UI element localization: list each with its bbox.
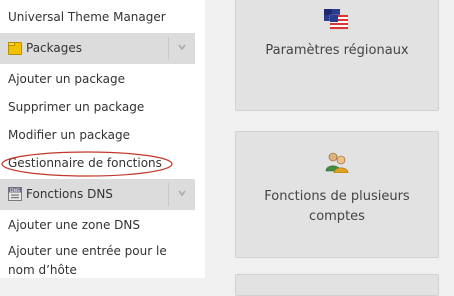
sidebar-link-ajouter-zone-dns[interactable]: Ajouter une zone DNS — [8, 218, 140, 233]
sidebar-link-supprimer-package[interactable]: Supprimer un package — [8, 100, 144, 115]
folder-icon — [8, 42, 22, 55]
section-label-packages: Packages — [26, 41, 82, 55]
section-header-fonctions-dns[interactable]: DNS Fonctions DNS — [0, 179, 195, 210]
sidebar-link-modifier-package[interactable]: Modifier un package — [8, 128, 130, 143]
sidebar-link-ajouter-package[interactable]: Ajouter un package — [8, 72, 125, 87]
card-partial[interactable] — [235, 274, 439, 296]
sidebar-link-ajouter-entree-nom-hote[interactable]: Ajouter une entrée pour le nom d’hôte — [8, 242, 194, 280]
collapse-toggle-fonctions-dns[interactable] — [168, 183, 195, 206]
sidebar-link-universal-theme-manager[interactable]: Universal Theme Manager — [8, 10, 166, 25]
section-label-fonctions-dns: Fonctions DNS — [26, 187, 113, 201]
users-icon — [325, 152, 349, 173]
dns-icon: DNS — [8, 187, 22, 201]
card-label-fonctions-plusieurs-comptes: Fonctions de plusieurs comptes — [264, 189, 410, 224]
chevron-down-icon — [178, 190, 186, 197]
collapse-toggle-packages[interactable] — [168, 37, 195, 60]
flags-icon — [324, 9, 348, 30]
sidebar-gutter — [195, 0, 205, 278]
sidebar: Universal Theme Manager Packages Ajouter… — [0, 0, 195, 278]
card-parametres-regionaux[interactable]: Paramètres régionaux — [235, 0, 439, 111]
dns-icon-text: DNS — [10, 188, 20, 194]
card-label-parametres-regionaux: Paramètres régionaux — [265, 43, 409, 58]
card-fonctions-plusieurs-comptes[interactable]: Fonctions de plusieurs comptes — [235, 131, 439, 258]
sidebar-link-gestionnaire-fonctions[interactable]: Gestionnaire de fonctions — [8, 156, 162, 171]
chevron-down-icon — [178, 44, 186, 51]
section-header-packages[interactable]: Packages — [0, 33, 195, 64]
